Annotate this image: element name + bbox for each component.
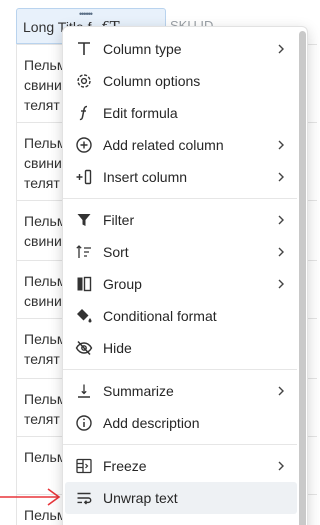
insert-column-icon (65, 161, 103, 193)
drag-handle-icon[interactable]: •••••• (79, 10, 93, 19)
menu-item-filter[interactable]: Filter (65, 204, 297, 236)
freeze-icon (65, 450, 103, 482)
chevron-right-icon (278, 247, 284, 257)
text-type-icon (65, 33, 103, 65)
menu-item-hide[interactable]: Hide (65, 332, 297, 364)
chevron-right-icon (278, 279, 284, 289)
menu-item-group[interactable]: Group (65, 268, 297, 300)
sort-icon (65, 236, 103, 268)
plus-circle-icon (65, 129, 103, 161)
menu-item-label: Unwrap text (103, 490, 178, 506)
menu-item-column-type[interactable]: Column type (65, 33, 297, 65)
chevron-right-icon (278, 172, 284, 182)
gear-icon (65, 65, 103, 97)
menu-item-label: Summarize (103, 383, 174, 399)
hidden-icon (65, 514, 103, 525)
menu-item-insert-column[interactable]: Insert column (65, 161, 297, 193)
menu-item-summarize[interactable]: Summarize (65, 375, 297, 407)
menu-scrollbar[interactable] (299, 31, 306, 525)
menu-item-label: Filter (103, 212, 135, 228)
menu-item-label: Add related column (103, 137, 224, 153)
menu-item-add-description[interactable]: Add description (65, 407, 297, 439)
menu-item-add-related-column[interactable]: Add related column (65, 129, 297, 161)
eye-off-icon (65, 332, 103, 364)
menu-item-label: Column type (103, 41, 182, 57)
chevron-right-icon (278, 140, 284, 150)
chevron-right-icon (278, 386, 284, 396)
menu-item-label: Group (103, 276, 142, 292)
menu-item-label: Sort (103, 244, 129, 260)
menu-item-conditional-format[interactable]: Conditional format (65, 300, 297, 332)
annotation-arrow-icon (0, 488, 61, 506)
menu-item-column-options[interactable]: Column options (65, 65, 297, 97)
menu-separator (63, 369, 297, 370)
menu-item-sort[interactable]: Sort (65, 236, 297, 268)
menu-item-partial[interactable] (65, 514, 297, 525)
info-icon (65, 407, 103, 439)
menu-separator (63, 444, 297, 445)
column-context-menu: Column type Column options Edit formula … (62, 26, 308, 525)
function-icon (65, 97, 103, 129)
chevron-right-icon (278, 44, 284, 54)
menu-item-label: Insert column (103, 169, 188, 185)
wrap-text-icon (65, 482, 103, 514)
menu-item-label: Hide (103, 340, 132, 356)
menu-item-label: Column options (103, 73, 201, 89)
summarize-icon (65, 375, 103, 407)
menu-item-freeze[interactable]: Freeze (65, 450, 297, 482)
menu-item-label: Edit formula (103, 105, 178, 121)
chevron-right-icon (278, 461, 284, 471)
chevron-right-icon (278, 215, 284, 225)
paint-bucket-icon (65, 300, 103, 332)
menu-item-label: Conditional format (103, 308, 217, 324)
menu-item-edit-formula[interactable]: Edit formula (65, 97, 297, 129)
menu-item-label: Freeze (103, 458, 147, 474)
menu-separator (63, 198, 297, 199)
filter-icon (65, 204, 103, 236)
group-icon (65, 268, 103, 300)
menu-item-unwrap-text[interactable]: Unwrap text (65, 482, 297, 514)
menu-item-label: Add description (103, 415, 200, 431)
